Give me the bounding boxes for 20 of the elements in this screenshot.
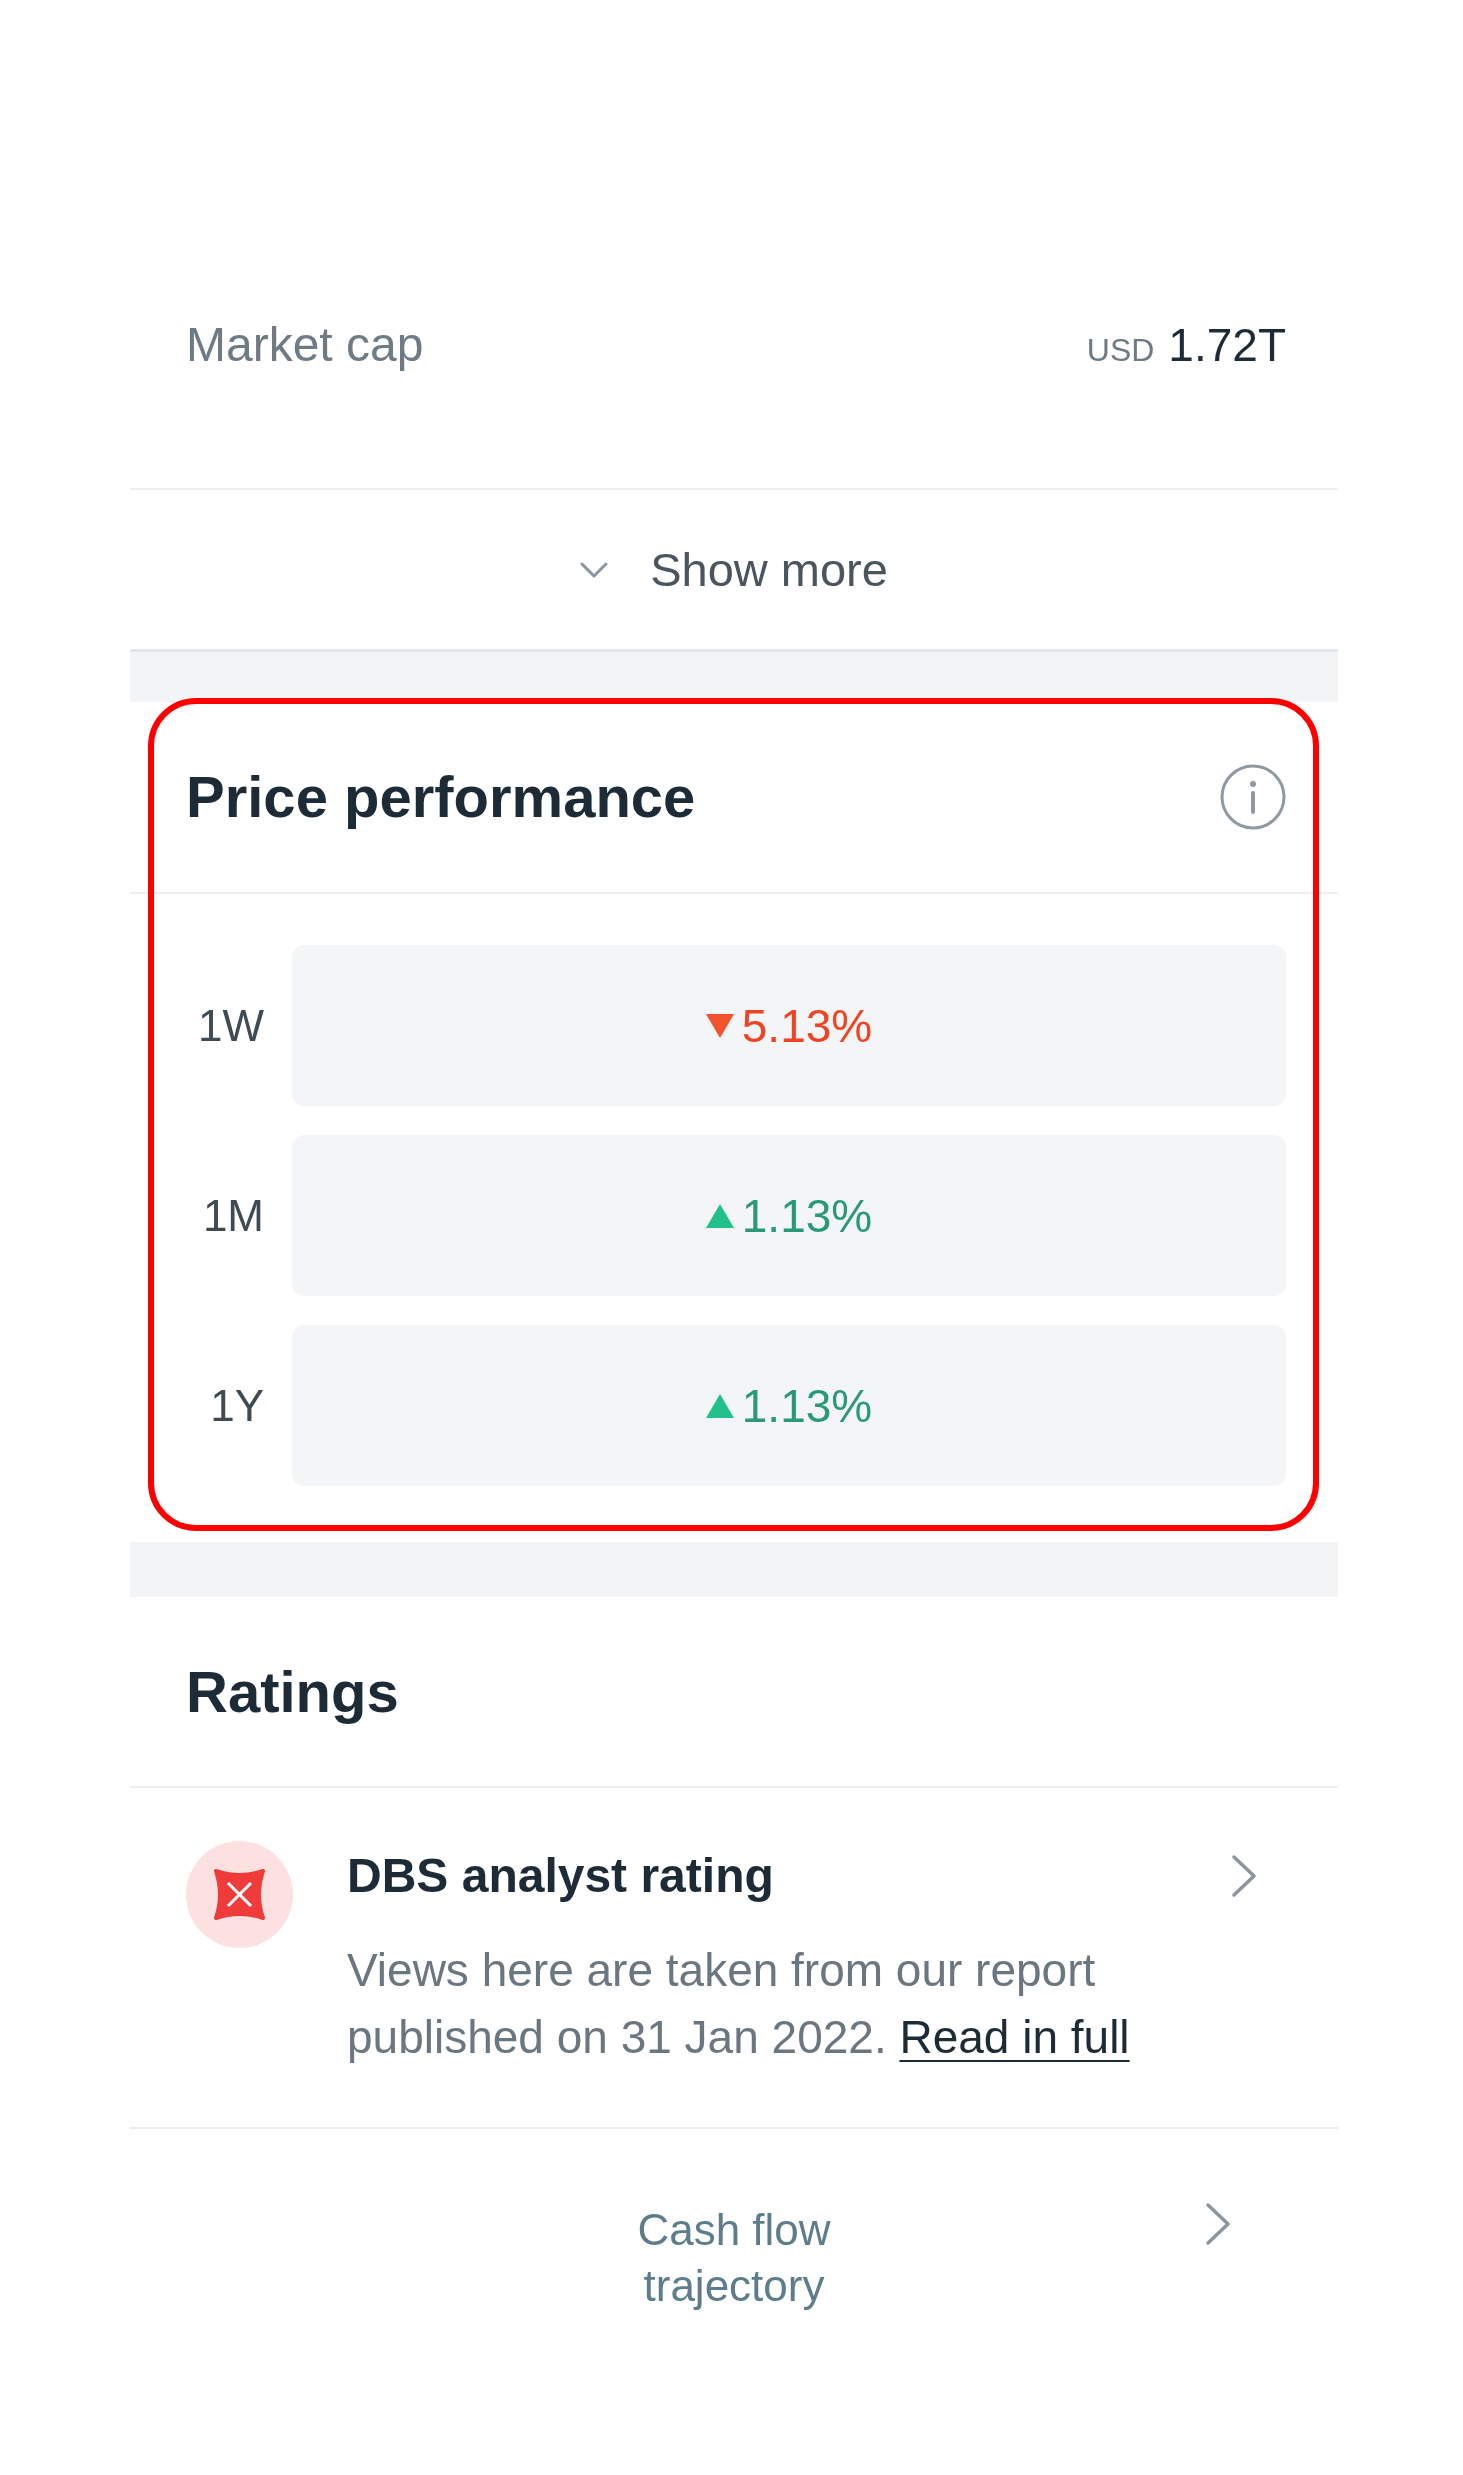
info-icon[interactable] — [1220, 764, 1286, 830]
period-label: 1Y — [209, 1379, 264, 1432]
chevron-right-icon[interactable] — [1205, 2202, 1232, 2246]
rating-title: DBS analyst rating — [347, 1848, 775, 1904]
show-more-button[interactable]: Show more — [580, 541, 888, 598]
section-title: Price performance — [186, 763, 696, 831]
metric-value: 1.72T — [1168, 318, 1286, 373]
section-title: Ratings — [186, 1657, 399, 1726]
chevron-right-icon[interactable] — [1231, 1854, 1258, 1898]
change-value: 1.13% — [741, 1378, 873, 1434]
metric-label: Market cap — [186, 317, 424, 373]
period-label: 1M — [201, 1189, 264, 1242]
currency-label: USD — [1086, 331, 1155, 370]
logo-icon — [186, 1841, 293, 1948]
rating-description: Views here are taken from our report published on 31 Jan 2022. Read in full — [347, 1943, 1131, 2065]
change-value: 5.13% — [741, 998, 873, 1054]
list-item-label[interactable]: Cash flow trajectory — [604, 2202, 864, 2314]
read-in-full-link[interactable]: Read in full — [899, 2011, 1130, 2063]
period-label: 1W — [197, 999, 264, 1052]
change-value: 1.13% — [741, 1188, 873, 1244]
